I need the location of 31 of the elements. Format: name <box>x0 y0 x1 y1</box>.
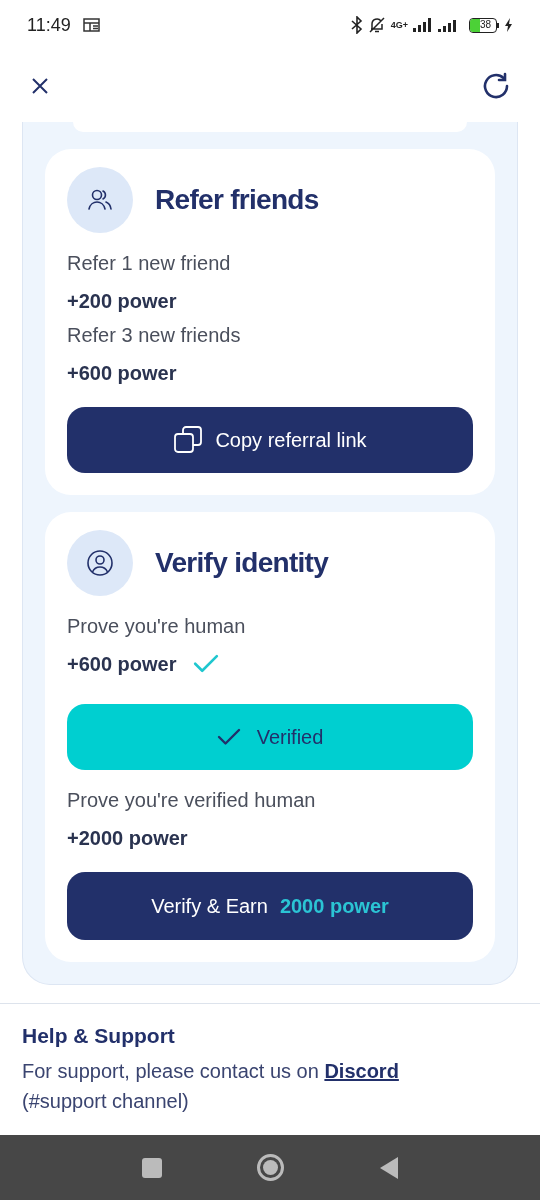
power-reward: +600 power <box>67 361 177 385</box>
back-button[interactable] <box>378 1155 399 1180</box>
battery-indicator: 38 <box>469 17 499 33</box>
signal-icon <box>413 18 433 32</box>
power-reward: +2000 power <box>67 826 188 850</box>
task-label: Prove you're human <box>67 614 247 638</box>
task-label: Refer 3 new friends <box>67 323 242 347</box>
power-reward: +600 power <box>67 652 177 676</box>
verified-button[interactable]: Verified <box>67 704 473 770</box>
check-icon <box>216 728 241 746</box>
network-type: 4G+ <box>390 20 408 30</box>
charging-icon <box>504 18 513 32</box>
recents-button[interactable] <box>141 1157 162 1178</box>
home-button[interactable] <box>256 1154 284 1181</box>
copy-icon <box>173 425 204 455</box>
help-title: Help & Support <box>22 1023 176 1049</box>
bluetooth-icon <box>350 16 363 34</box>
task-label: Prove you're verified human <box>67 788 317 812</box>
user-circle-icon <box>85 548 115 578</box>
discord-link[interactable]: Discord <box>324 1059 399 1082</box>
clock: 11:49 <box>27 13 71 37</box>
check-icon <box>192 654 219 674</box>
power-reward: +200 power <box>67 289 177 313</box>
card-title: Verify identity <box>155 546 329 580</box>
task-label: Refer 1 new friend <box>67 251 232 275</box>
calendar-icon <box>82 18 100 32</box>
bell-off-icon <box>367 16 386 34</box>
support-text: For support, please contact us on Discord (#support channel) <box>22 1058 400 1114</box>
card-title: Refer friends <box>155 183 319 217</box>
verify-earn-button[interactable]: Verify & Earn 2000 power <box>67 872 473 940</box>
copy-referral-button[interactable]: Copy referral link <box>67 407 473 473</box>
